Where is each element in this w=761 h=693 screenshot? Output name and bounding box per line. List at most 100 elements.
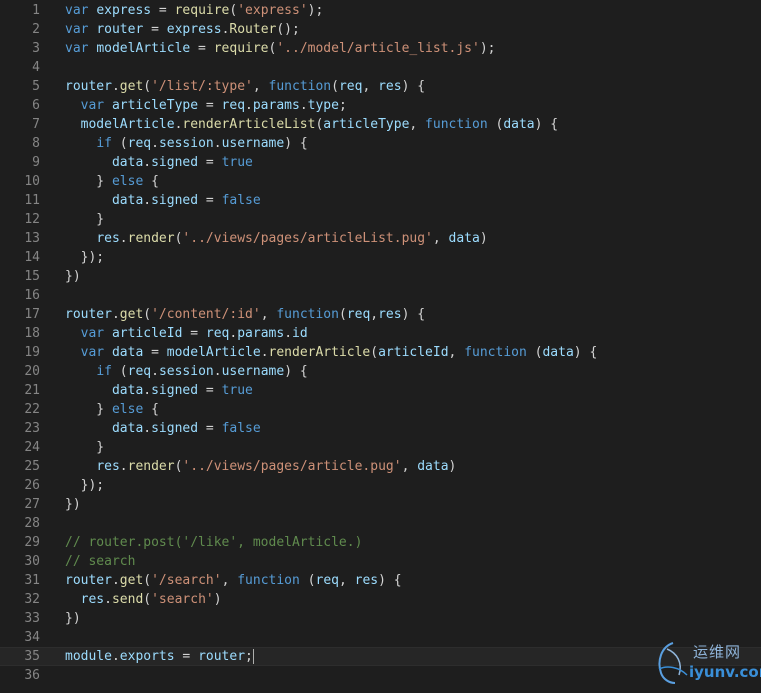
line-number: 10 — [24, 174, 40, 189]
code-text: modelArticle.renderArticleList(articleTy… — [65, 115, 558, 134]
code-line[interactable]: 23 data.signed = false — [0, 419, 761, 438]
code-token: 'search' — [151, 592, 214, 607]
code-token: '/content/:id' — [151, 307, 261, 322]
code-line[interactable]: 16 — [0, 286, 761, 305]
code-line[interactable]: 9 data.signed = true — [0, 153, 761, 172]
code-line[interactable]: 28 — [0, 514, 761, 533]
code-line[interactable]: 19 var data = modelArticle.renderArticle… — [0, 343, 761, 362]
code-text: var articleId = req.params.id — [65, 324, 308, 343]
code-token: exports — [119, 649, 175, 664]
code-line[interactable]: 7 modelArticle.renderArticleList(article… — [0, 115, 761, 134]
code-line[interactable]: 29 // router.post('/like', modelArticle.) — [0, 533, 761, 552]
code-token: = — [143, 22, 167, 37]
code-token: articleType — [323, 117, 410, 132]
line-number: 29 — [24, 535, 40, 550]
code-line[interactable]: 3 var modelArticle = require('../model/ar… — [0, 39, 761, 58]
code-text: } — [65, 210, 104, 229]
line-number: 32 — [24, 592, 40, 607]
code-line[interactable]: 30 // search — [0, 552, 761, 571]
code-token: , — [448, 345, 465, 360]
code-token: , — [370, 307, 379, 322]
code-text: }) — [65, 609, 81, 628]
code-token: signed — [151, 155, 199, 170]
code-line[interactable]: 15}) — [0, 267, 761, 286]
code-line[interactable]: 6 var articleType = req.params.type; — [0, 96, 761, 115]
code-token: req — [221, 98, 246, 113]
line-number: 8 — [32, 136, 40, 151]
code-token: var — [80, 98, 105, 113]
code-token: var — [80, 345, 105, 360]
code-line[interactable]: 26 }); — [0, 476, 761, 495]
code-token: router — [96, 22, 144, 37]
code-token: ( — [338, 307, 347, 322]
code-token: { — [143, 402, 159, 417]
code-line[interactable]: 21 data.signed = true — [0, 381, 761, 400]
code-line[interactable]: 4 — [0, 58, 761, 77]
code-token: req — [127, 136, 152, 151]
code-line[interactable]: 5 router.get('/list/:type', function(req,… — [0, 77, 761, 96]
code-token: ); — [479, 41, 496, 56]
code-token: . — [143, 421, 152, 436]
code-token: = — [198, 155, 222, 170]
code-line[interactable]: 14 }); — [0, 248, 761, 267]
code-line[interactable]: 2 var router = express.Router(); — [0, 20, 761, 39]
code-line[interactable]: 8 if (req.session.username) { — [0, 134, 761, 153]
code-token: . — [260, 345, 269, 360]
code-token: require — [174, 3, 230, 18]
code-line[interactable]: 1 var express = require('express'); — [0, 1, 761, 20]
code-token: signed — [151, 383, 199, 398]
code-text: data.signed = false — [65, 191, 261, 210]
code-token: renderArticleList — [182, 117, 316, 132]
code-editor[interactable]: 1 var express = require('express'); 2 var r… — [0, 0, 761, 693]
code-line[interactable]: 18 var articleId = req.params.id — [0, 324, 761, 343]
code-token: ) — [479, 231, 488, 246]
code-token: ) — [448, 459, 457, 474]
code-token: data — [542, 345, 574, 360]
line-number: 6 — [32, 98, 40, 113]
code-line[interactable]: 31 router.get('/search', function (req, r… — [0, 571, 761, 590]
code-token: render — [127, 231, 175, 246]
line-number: 9 — [32, 155, 40, 170]
code-token: ( — [487, 117, 504, 132]
code-line[interactable]: 12 } — [0, 210, 761, 229]
code-line[interactable]: 11 data.signed = false — [0, 191, 761, 210]
code-token: require — [213, 41, 269, 56]
code-line[interactable]: 36 — [0, 666, 761, 685]
code-token: res — [80, 592, 105, 607]
code-token: . — [119, 231, 128, 246]
code-line[interactable]: 13 res.render('../views/pages/articleLis… — [0, 229, 761, 248]
code-token: ( — [526, 345, 543, 360]
code-text: router.get('/list/:type', function(req, … — [65, 77, 425, 96]
code-text: res.render('../views/pages/article.pug',… — [65, 457, 456, 476]
code-token: req — [127, 364, 152, 379]
code-token: express — [166, 22, 222, 37]
code-token: }); — [65, 478, 105, 493]
code-token: = — [198, 383, 222, 398]
code-line[interactable]: 25 res.render('../views/pages/article.pu… — [0, 457, 761, 476]
code-token: session — [158, 364, 214, 379]
code-line[interactable]: 22 } else { — [0, 400, 761, 419]
code-line[interactable]: 20 if (req.session.username) { — [0, 362, 761, 381]
line-number: 27 — [24, 497, 40, 512]
code-token: = — [151, 3, 175, 18]
code-line[interactable]: 10 } else { — [0, 172, 761, 191]
code-line[interactable]: 27}) — [0, 495, 761, 514]
code-line[interactable]: 32 res.send('search') — [0, 590, 761, 609]
code-line[interactable]: 24 } — [0, 438, 761, 457]
code-text: var articleType = req.params.type; — [65, 96, 347, 115]
code-line[interactable]: 33}) — [0, 609, 761, 628]
code-token: 'express' — [237, 3, 308, 18]
code-token: router — [65, 307, 112, 322]
code-line[interactable]: 34 — [0, 628, 761, 647]
code-token: } — [65, 402, 112, 417]
code-token: }) — [65, 497, 81, 512]
code-text: }); — [65, 248, 105, 267]
code-line[interactable]: 17 router.get('/content/:id', function(re… — [0, 305, 761, 324]
code-line[interactable]: 35 module.exports = router; — [0, 647, 761, 666]
line-number: 2 — [32, 22, 40, 37]
code-token: ) { — [284, 136, 308, 151]
